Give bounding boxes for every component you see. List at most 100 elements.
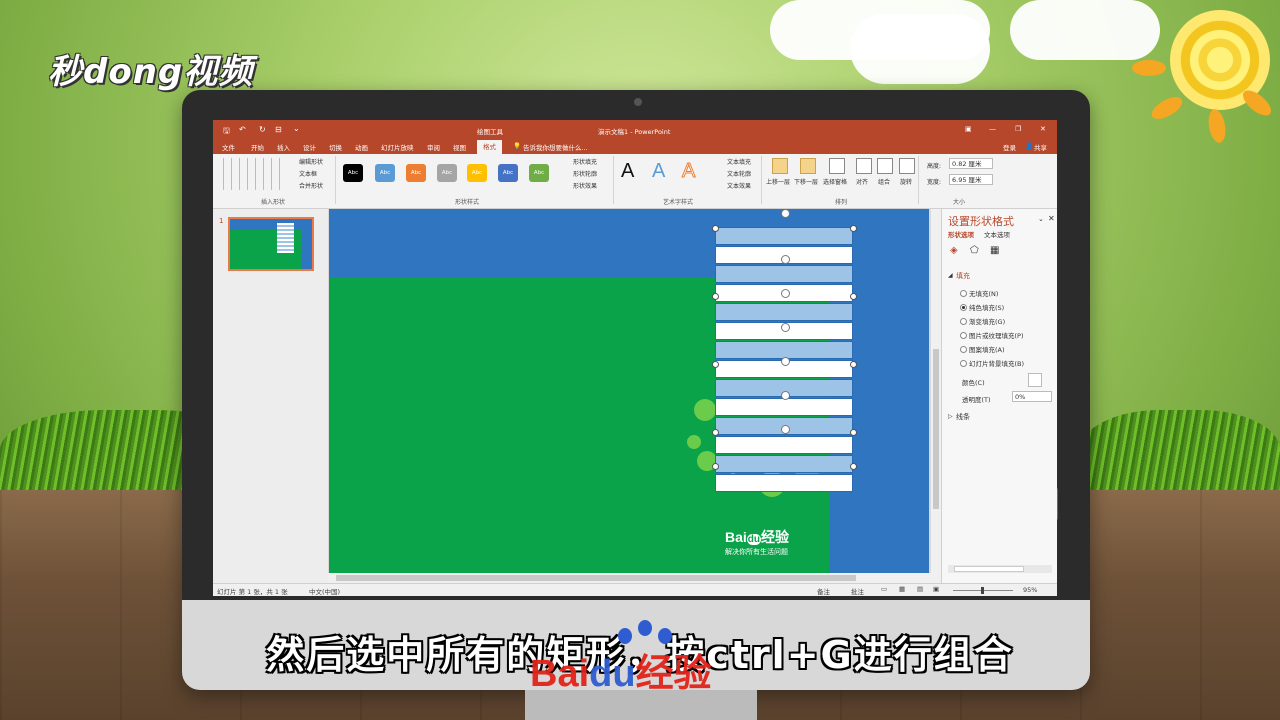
resize-handle[interactable] <box>850 293 857 300</box>
gradient-fill-radio[interactable] <box>960 318 967 325</box>
resize-handle[interactable] <box>850 225 857 232</box>
undo-icon[interactable]: ↶ <box>239 125 246 134</box>
resize-handle[interactable] <box>712 293 719 300</box>
edit-shape-button[interactable]: 编辑形状 <box>299 157 323 166</box>
resize-handle[interactable] <box>850 361 857 368</box>
merge-shapes-button[interactable]: 合并形状 <box>299 181 323 190</box>
tab-format[interactable]: 格式 <box>477 140 502 154</box>
minimize-icon[interactable]: — <box>989 125 996 133</box>
width-input[interactable]: 6.95 厘米 <box>949 174 993 185</box>
pane-options-icon[interactable]: ⌄ <box>1038 215 1044 223</box>
rotate-button[interactable]: 旋转 <box>900 177 912 186</box>
shape-style-gray[interactable]: Abc <box>437 164 457 182</box>
sign-in-link[interactable]: 登录 <box>1003 142 1016 152</box>
comments-button[interactable]: 批注 <box>851 586 864 596</box>
normal-view-icon[interactable]: ▭ <box>881 585 887 593</box>
ribbon-display-options-icon[interactable]: ▣ <box>965 125 972 133</box>
resize-handle[interactable] <box>712 225 719 232</box>
tab-view[interactable]: 视图 <box>453 142 466 152</box>
share-button[interactable]: 共享 <box>1034 142 1047 152</box>
rotation-handle[interactable] <box>781 323 790 332</box>
selection-pane-button[interactable]: 选择窗格 <box>823 177 847 186</box>
pane-scroll-thumb[interactable] <box>954 566 1024 572</box>
rotation-handle[interactable] <box>781 425 790 434</box>
align-button[interactable]: 对齐 <box>856 177 868 186</box>
start-from-beginning-icon[interactable]: ⊟ <box>275 125 282 134</box>
rectangle-shape[interactable] <box>715 265 853 283</box>
shape-style-green[interactable]: Abc <box>529 164 549 182</box>
rectangle-shape[interactable] <box>715 474 853 492</box>
slide-sorter-icon[interactable]: ▦ <box>899 585 905 593</box>
rotation-handle[interactable] <box>781 289 790 298</box>
fill-line-icon[interactable]: ◈ <box>950 245 958 256</box>
shape-style-gold[interactable]: Abc <box>467 164 487 182</box>
rectangle-shape[interactable] <box>715 455 853 473</box>
reading-view-icon[interactable]: ▤ <box>917 585 923 593</box>
send-backward-button[interactable]: 下移一层 <box>794 177 818 186</box>
rotation-handle[interactable] <box>781 209 790 218</box>
resize-handle[interactable] <box>712 463 719 470</box>
zoom-slider[interactable] <box>953 587 1013 594</box>
rectangle-shape[interactable] <box>715 436 853 454</box>
redo-icon[interactable]: ↻ <box>259 125 266 134</box>
rectangle-shape[interactable] <box>715 303 853 321</box>
vertical-scroll-thumb[interactable] <box>933 349 939 509</box>
resize-handle[interactable] <box>712 429 719 436</box>
line-section-toggle[interactable]: ▷ <box>948 413 953 420</box>
shape-outline-button[interactable]: 形状轮廓 <box>573 169 597 178</box>
pane-close-icon[interactable]: ✕ <box>1048 214 1055 223</box>
text-box-button[interactable]: 文本框 <box>299 169 317 178</box>
fill-section-toggle[interactable]: ◢ <box>948 272 953 279</box>
horizontal-scroll-thumb[interactable] <box>336 575 856 581</box>
tab-insert[interactable]: 插入 <box>277 142 290 152</box>
close-icon[interactable]: ✕ <box>1040 125 1046 133</box>
tab-home[interactable]: 开始 <box>251 142 264 152</box>
language-status[interactable]: 中文(中国) <box>309 586 340 596</box>
tell-me-input[interactable]: 告诉我你想要做什么... <box>523 142 588 152</box>
size-properties-icon[interactable]: ▦ <box>990 245 999 256</box>
tab-review[interactable]: 审阅 <box>427 142 440 152</box>
effects-icon[interactable]: ⬠ <box>970 245 979 256</box>
background-fill-radio[interactable] <box>960 360 967 367</box>
fill-section-header[interactable]: 填充 <box>956 271 970 281</box>
wordart-style-orange[interactable]: A <box>681 160 695 183</box>
vertical-scrollbar[interactable] <box>931 209 941 583</box>
tab-shape-options[interactable]: 形状选项 <box>948 229 974 239</box>
picture-fill-radio[interactable] <box>960 332 967 339</box>
zoom-level[interactable]: 95% <box>1023 586 1037 594</box>
transparency-input[interactable]: 0% <box>1012 391 1052 402</box>
notes-button[interactable]: 备注 <box>817 586 830 596</box>
customize-qat-icon[interactable]: ⌄ <box>293 124 300 133</box>
tab-animations[interactable]: 动画 <box>355 142 368 152</box>
pattern-fill-radio[interactable] <box>960 346 967 353</box>
rotation-handle[interactable] <box>781 391 790 400</box>
text-effects-button[interactable]: 文本效果 <box>727 181 751 190</box>
tab-slideshow[interactable]: 幻灯片放映 <box>381 142 414 152</box>
shape-fill-button[interactable]: 形状填充 <box>573 157 597 166</box>
shape-style-black[interactable]: Abc <box>343 164 363 182</box>
restore-icon[interactable]: ❐ <box>1015 125 1021 133</box>
solid-fill-radio[interactable] <box>960 304 967 311</box>
save-icon[interactable]: 🖫 <box>223 125 230 139</box>
text-outline-button[interactable]: 文本轮廓 <box>727 169 751 178</box>
rotation-handle[interactable] <box>781 357 790 366</box>
share-user-icon[interactable]: 👤 <box>1025 142 1033 150</box>
rectangle-shape[interactable] <box>715 227 853 245</box>
tab-design[interactable]: 设计 <box>303 142 316 152</box>
shape-effects-button[interactable]: 形状效果 <box>573 181 597 190</box>
slide-thumbnail[interactable] <box>228 217 314 271</box>
pane-horizontal-scrollbar[interactable] <box>948 565 1052 573</box>
shape-gallery[interactable] <box>217 158 281 190</box>
shape-style-orange[interactable]: Abc <box>406 164 426 182</box>
shape-style-dark-blue[interactable]: Abc <box>498 164 518 182</box>
bring-forward-button[interactable]: 上移一层 <box>766 177 790 186</box>
color-picker-button[interactable] <box>1028 373 1042 387</box>
horizontal-scrollbar[interactable] <box>328 573 931 583</box>
wordart-style-black[interactable]: A <box>621 160 634 183</box>
tab-transitions[interactable]: 切换 <box>329 142 342 152</box>
rotation-handle[interactable] <box>781 255 790 264</box>
slideshow-view-icon[interactable]: ▣ <box>933 585 939 593</box>
tab-text-options[interactable]: 文本选项 <box>984 229 1010 239</box>
rectangle-shape[interactable] <box>715 398 853 416</box>
resize-handle[interactable] <box>850 463 857 470</box>
